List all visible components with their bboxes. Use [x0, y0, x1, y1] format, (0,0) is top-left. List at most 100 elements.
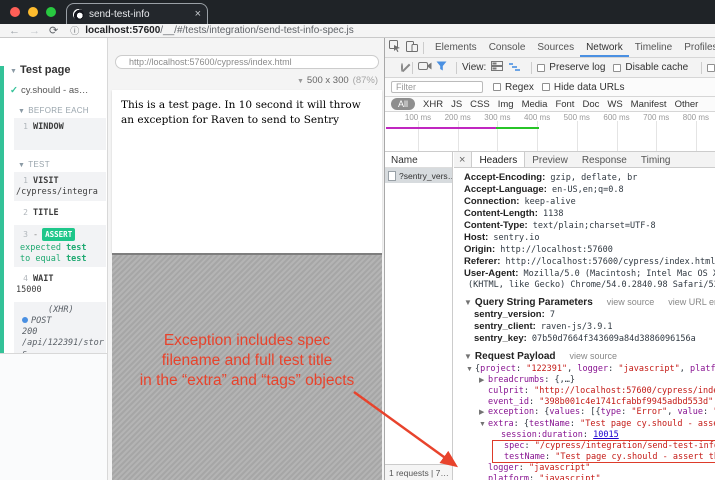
header-value: gzip, deflate, br — [545, 173, 637, 183]
resource-filter-css[interactable]: CSS — [470, 99, 490, 110]
tree-arrow-icon[interactable]: ▼ — [466, 365, 475, 375]
header-name: Connection: — [464, 196, 519, 207]
command-assert[interactable]: 3-ASSERT expected test to equal test — [14, 225, 106, 267]
checkbox-icon — [537, 64, 545, 72]
checkbox-preserve-log[interactable]: Preserve log — [537, 62, 605, 73]
checkbox-regex[interactable]: Regex — [493, 82, 534, 93]
network-overview-timeline[interactable]: 100 ms200 ms300 ms400 ms500 ms600 ms700 … — [385, 112, 715, 152]
tree-arrow-icon[interactable]: ▶ — [479, 376, 488, 386]
resource-filter-xhr[interactable]: XHR — [423, 99, 443, 110]
command-visit[interactable]: 1VISIT /cypress/integra — [14, 172, 106, 201]
request-detail-pane: × HeadersPreviewResponseTiming Accept-En… — [454, 152, 715, 480]
detail-tab-timing[interactable]: Timing — [634, 152, 678, 167]
maximize-window-button[interactable] — [46, 7, 56, 17]
payload-line[interactable]: platform: "javascript" — [466, 474, 715, 480]
camera-icon[interactable] — [418, 61, 432, 74]
back-icon[interactable]: ← — [9, 26, 20, 36]
resource-filter-img[interactable]: Img — [498, 99, 514, 110]
resource-filter-manifest[interactable]: Manifest — [631, 99, 667, 110]
resource-filter-other[interactable]: Other — [675, 99, 699, 110]
header-name: Content-Type: — [464, 220, 528, 231]
payload-line[interactable]: ▶breadcrumbs: {,…} — [466, 375, 715, 386]
address-url[interactable]: localhost:57600/__/#/tests/integration/s… — [85, 25, 353, 36]
minimize-window-button[interactable] — [28, 7, 38, 17]
detail-tab-preview[interactable]: Preview — [525, 152, 575, 167]
use-large-rows-icon[interactable] — [491, 61, 503, 74]
checkbox-hide-data-urls[interactable]: Hide data URLs — [542, 82, 625, 93]
view-label: View: — [462, 62, 486, 73]
tree-arrow-icon[interactable]: ▼ — [479, 420, 488, 430]
detail-tab-response[interactable]: Response — [575, 152, 634, 167]
resource-filter-doc[interactable]: Doc — [582, 99, 599, 110]
param-value: raven-js/3.9.1 — [536, 322, 613, 332]
close-icon[interactable]: × — [454, 152, 471, 167]
query-string-section-header[interactable]: ▼Query String Parametersview sourceview … — [464, 296, 715, 309]
command-wait[interactable]: 4WAIT 15000 — [14, 270, 106, 299]
close-window-button[interactable] — [10, 7, 20, 17]
aut-url-bar[interactable]: http://localhost:57600/cypress/index.htm… — [115, 55, 379, 69]
command-window[interactable]: 1WINDOW — [14, 118, 106, 150]
collapse-icon[interactable]: ▼ — [10, 68, 17, 75]
resource-filter-font[interactable]: Font — [555, 99, 574, 110]
page-info-icon[interactable]: ⓘ — [70, 24, 79, 37]
timeline-gridline — [537, 121, 538, 151]
spec-title[interactable]: ▼Test page — [6, 64, 106, 76]
view-source-link[interactable]: view source — [607, 297, 655, 307]
checkbox-offline[interactable]: Offline — [707, 62, 715, 73]
show-overview-icon[interactable] — [508, 61, 520, 74]
inspect-element-icon[interactable] — [389, 40, 401, 55]
before-each-section[interactable]: ▼BEFORE EACH — [6, 106, 106, 115]
reload-icon[interactable]: ⟳ — [49, 26, 58, 36]
request-payload-section-header[interactable]: ▼Request Payloadview source — [464, 350, 715, 363]
devtools-tab-profiles[interactable]: Profiles — [678, 38, 715, 57]
resource-filter-ws[interactable]: WS — [607, 99, 622, 110]
payload-token: platform — [690, 364, 715, 374]
resource-filter-js[interactable]: JS — [451, 99, 462, 110]
test-passed-indicator — [0, 66, 4, 353]
test-row[interactable]: ✓cy.should - as… — [6, 85, 106, 96]
payload-line[interactable]: event_id: "398b001c4e1741cfabbf9945adbd5… — [466, 397, 715, 407]
payload-line[interactable]: culprit: "http://localhost:57600/cypress… — [466, 386, 715, 396]
filter-input[interactable]: Filter — [391, 81, 483, 93]
payload-line[interactable]: spec: "/cypress/integration/send-test-in… — [495, 441, 715, 451]
detail-tab-headers[interactable]: Headers — [471, 152, 525, 167]
payload-line[interactable]: logger: "javascript" — [466, 463, 715, 473]
viewport-size-control[interactable]: ▼500 x 300(87%) — [297, 75, 378, 86]
payload-line[interactable]: session:duration: 10015 — [466, 430, 715, 440]
payload-line[interactable]: ▼{project: "122391", logger: "javascript… — [466, 364, 715, 375]
checkbox-disable-cache[interactable]: Disable cache — [613, 62, 688, 73]
resource-filter-media[interactable]: Media — [522, 99, 548, 110]
devtools-tab-elements[interactable]: Elements — [429, 38, 483, 57]
header-name: Origin: — [464, 244, 495, 255]
tab-close-icon[interactable]: × — [195, 8, 201, 20]
payload-line[interactable]: ▶exception: {values: [{type: "Error", va… — [466, 407, 715, 418]
request-count-status: 1 requests | 7… — [385, 464, 452, 480]
name-column-header[interactable]: Name — [385, 152, 452, 168]
devtools-tab-sources[interactable]: Sources — [531, 38, 580, 57]
separator — [701, 62, 702, 74]
browser-tab[interactable]: send-test-info × — [66, 3, 208, 24]
xhr-method-dot-icon — [22, 317, 28, 323]
filter-funnel-icon[interactable] — [436, 61, 447, 74]
devtools-tab-console[interactable]: Console — [483, 38, 532, 57]
device-toolbar-icon[interactable] — [406, 41, 418, 55]
payload-line[interactable]: testName: "Test page cy.should - assert … — [495, 452, 715, 462]
devtools-tab-network[interactable]: Network — [580, 38, 629, 57]
resource-filter-all[interactable]: All — [391, 98, 415, 110]
view-source-link[interactable]: view source — [570, 351, 618, 361]
test-section[interactable]: ▼TEST — [6, 160, 106, 169]
assert-badge: ASSERT — [42, 228, 75, 241]
payload-token: : — [524, 441, 534, 451]
checkbox-icon — [542, 83, 550, 91]
forward-icon[interactable]: → — [29, 26, 40, 36]
devtools-tab-timeline[interactable]: Timeline — [629, 38, 678, 57]
view-url-encoded-link[interactable]: view URL encoded — [668, 297, 715, 307]
payload-token: : — [529, 474, 539, 480]
collapse-icon: ▼ — [18, 108, 25, 115]
tree-arrow-icon[interactable]: ▶ — [479, 408, 488, 418]
clear-icon[interactable] — [401, 63, 403, 72]
payload-line[interactable]: ▼extra: {testName: "Test page cy.should … — [466, 419, 715, 430]
request-row[interactable]: ?sentry_vers… — [385, 168, 452, 183]
triangle-down-icon: ▼ — [464, 352, 472, 361]
command-title[interactable]: 2TITLE — [14, 204, 106, 222]
